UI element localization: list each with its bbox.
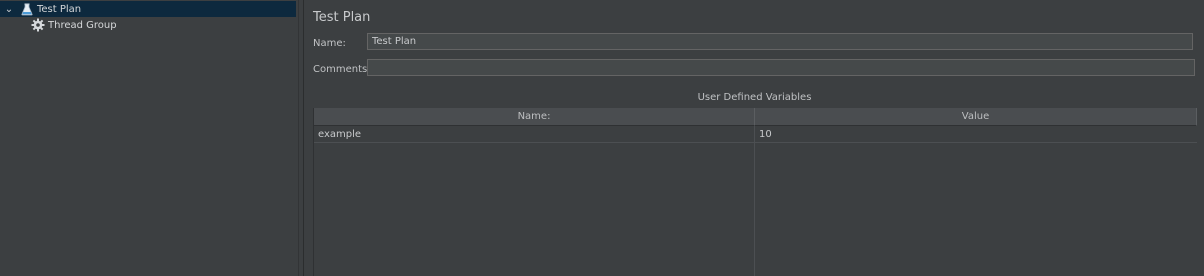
pane-splitter[interactable] [298,0,304,276]
column-header-name[interactable]: Name: [314,108,755,126]
table-cell-value[interactable]: 10 [755,126,1197,143]
tree-item-label: Thread Group [48,19,117,31]
column-header-value[interactable]: Value [755,108,1197,126]
variables-table: Name: Value example 10 [313,108,1197,276]
comments-field[interactable] [367,59,1195,76]
user-defined-variables-title: User Defined Variables [697,92,812,103]
gear-icon [30,17,46,33]
column-divider [754,126,755,276]
test-plan-panel: Test Plan Name: Comments: User Defined V… [305,0,1204,276]
tree-item-label: Test Plan [37,3,82,15]
name-label: Name: [313,38,346,49]
flask-icon [19,1,35,17]
tree-item-thread-group[interactable]: Thread Group [30,17,117,33]
comments-label: Comments: [313,64,371,75]
page-title: Test Plan [313,10,371,25]
tree-item-test-plan[interactable]: ⌄ Test Plan [0,1,296,17]
chevron-down-icon[interactable]: ⌄ [3,4,15,15]
name-field[interactable] [367,33,1193,50]
table-cell-name[interactable]: example [314,126,755,143]
test-plan-tree: ⌄ Test Plan Thread Group [0,0,298,276]
